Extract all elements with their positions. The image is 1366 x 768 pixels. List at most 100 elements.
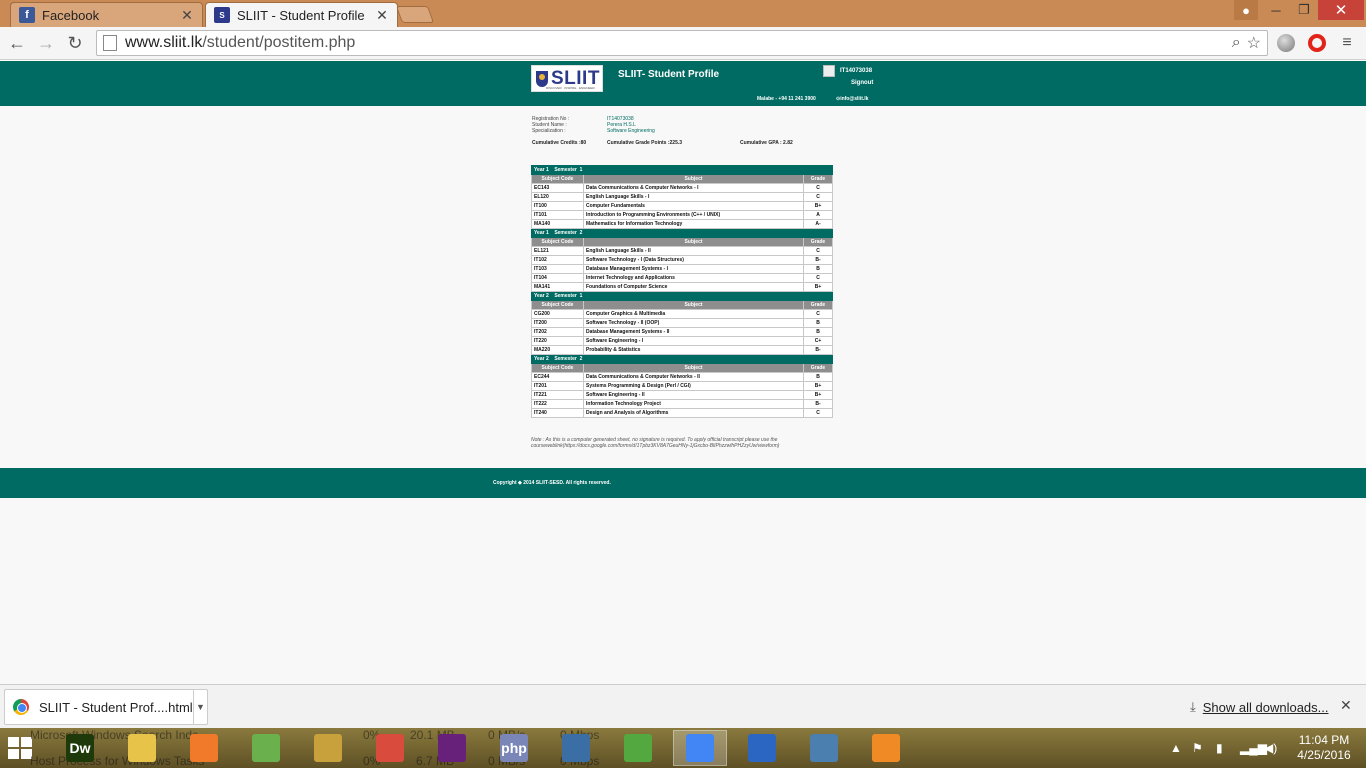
media-player-icon [872, 734, 900, 762]
android-studio-icon [252, 734, 280, 762]
subject-code: EL120 [531, 192, 584, 202]
download-shelf: SLIIT - Student Prof....html ▼ ⤓ Show al… [0, 684, 1366, 728]
table-row: IT100 Computer Fundamentals B+ [531, 201, 833, 211]
close-icon[interactable]: ✕ [180, 7, 194, 24]
browser-toolbar: ← → ↻ www.sliit.lk/student/postitem.php … [0, 27, 1366, 60]
usb-icon[interactable]: ▮ [1216, 728, 1223, 768]
close-icon[interactable]: ✕ [1340, 697, 1352, 714]
table-row: CG200 Computer Graphics & Multimedia C [531, 309, 833, 319]
subject-code: MA220 [531, 345, 584, 355]
page-title: SLIIT- Student Profile [618, 69, 720, 80]
grade-value: B [803, 372, 833, 382]
signout-link[interactable]: Signout [851, 80, 873, 86]
chevron-down-icon[interactable]: ▼ [193, 690, 207, 724]
year-label: Year 2 [534, 293, 549, 299]
wireshark-icon [562, 734, 590, 762]
maximize-button[interactable]: ❐ [1290, 0, 1318, 20]
taskbar-app-file-explorer[interactable] [115, 730, 169, 766]
subject-code: IT221 [531, 390, 584, 400]
table-row: EC143 Data Communications & Computer Netw… [531, 183, 833, 193]
contact-email: ⊙info@sliit.lk [836, 96, 869, 102]
url-host: www.sliit.lk [125, 34, 203, 51]
taskbar-app-chrome[interactable] [673, 730, 727, 766]
grade-header: Grade [803, 237, 833, 247]
subject-code: IT104 [531, 273, 584, 283]
zoom-icon[interactable]: ⌕ [1232, 34, 1241, 52]
git-icon [376, 734, 404, 762]
taskbar-app-android-studio[interactable] [239, 730, 293, 766]
taskbar-app-git[interactable] [363, 730, 417, 766]
menu-icon[interactable]: ≡ [1336, 32, 1358, 54]
close-icon[interactable]: ✕ [375, 7, 389, 24]
url-text[interactable]: www.sliit.lk/student/postitem.php [125, 34, 1232, 52]
grade-value: B+ [803, 381, 833, 391]
task-manager-icon [810, 734, 838, 762]
taskbar-app-tools[interactable] [301, 730, 355, 766]
extension-opera-icon[interactable] [1306, 32, 1328, 54]
sliit-logo[interactable]: SLIIT DISCOVER · INSPIRE · ENGINEER [531, 65, 603, 92]
table-row: IT103 Database Management Systems - IB [531, 264, 833, 274]
bookmark-star-icon[interactable]: ☆ [1247, 33, 1261, 53]
show-all-downloads-link[interactable]: ⤓ Show all downloads... [1190, 699, 1329, 715]
network-icon[interactable]: ▂▄▆ [1240, 728, 1267, 768]
download-item[interactable]: SLIIT - Student Prof....html ▼ [4, 689, 208, 725]
close-window-button[interactable]: ✕ [1318, 0, 1364, 20]
sliit-icon: S [214, 7, 230, 23]
subject-name: Introduction to Programming Environments… [583, 210, 804, 220]
copyright-text: Copyright ◆ 2014 SLIIT-SESD. All rights … [493, 480, 611, 486]
subject-name: English Language Skills - I [583, 192, 804, 202]
grade-header: Grade [803, 300, 833, 310]
volume-icon[interactable]: ◀) [1264, 728, 1277, 768]
taskbar-app-media-player[interactable] [859, 730, 913, 766]
clock[interactable]: 11:04 PM 4/25/2016 [1292, 733, 1356, 763]
subject-name: Database Management Systems - II [583, 327, 804, 337]
table-row: IT104 Internet Technology and Application… [531, 273, 833, 283]
facebook-icon: f [19, 7, 35, 23]
show-hidden-icons[interactable]: ▲ [1170, 728, 1182, 768]
subject-code-header: Subject Code [531, 300, 584, 310]
tab-student-profile[interactable]: S SLIIT - Student Profile ✕ [205, 2, 398, 27]
taskbar-app-virtualbox[interactable] [735, 730, 789, 766]
grade-value: B- [803, 345, 833, 355]
column-header-row: Subject Code Subject Grade [531, 237, 833, 247]
cumulative-credits: Cumulative Credits :80 [532, 140, 587, 146]
semester-title: Year 1 Semester 2 [531, 228, 833, 238]
grade-value: C+ [803, 336, 833, 346]
new-tab-button[interactable] [395, 6, 435, 23]
subject-name: Foundations of Computer Science [583, 282, 804, 292]
user-icon[interactable]: ● [1234, 0, 1258, 20]
table-row: IT200 Software Technology - II (OOP) B [531, 318, 833, 328]
forward-button[interactable]: → [33, 31, 59, 55]
tab-title: SLIIT - Student Profile [237, 7, 365, 23]
subject-name: Computer Fundamentals [583, 201, 804, 211]
table-row: EC244 Data Communications & Computer Netw… [531, 372, 833, 382]
reload-button[interactable]: ↻ [62, 31, 88, 55]
back-button[interactable]: ← [4, 31, 30, 55]
extension-globe-icon[interactable] [1275, 32, 1297, 54]
address-bar[interactable]: www.sliit.lk/student/postitem.php ⌕ ☆ [96, 30, 1268, 56]
taskbar-app-visual-studio[interactable] [425, 730, 479, 766]
grade-value: B- [803, 399, 833, 409]
taskbar-app-dreamweaver[interactable]: Dw [53, 730, 107, 766]
logo-tagline: DISCOVER · INSPIRE · ENGINEER [546, 86, 595, 90]
taskbar-app-wireshark[interactable] [549, 730, 603, 766]
flag-icon[interactable]: ⚑ [1192, 728, 1203, 768]
taskbar-app-utorrent[interactable] [611, 730, 665, 766]
start-button[interactable] [8, 737, 32, 759]
subject-code-header: Subject Code [531, 363, 584, 373]
taskbar-app-php[interactable]: php [487, 730, 541, 766]
table-row: IT221 Software Engineering - II B+ [531, 390, 833, 400]
subject-code: IT201 [531, 381, 584, 391]
taskbar-app-xampp[interactable] [177, 730, 231, 766]
table-row: IT102 Software Technology - I (Data Struc… [531, 255, 833, 265]
url-path: /student/postitem.php [202, 34, 356, 51]
year-label: Year 2 [534, 356, 549, 362]
taskbar-app-task-manager[interactable] [797, 730, 851, 766]
year-label: Year 1 [534, 230, 549, 236]
tab-facebook[interactable]: f Facebook ✕ [10, 2, 203, 27]
table-row: IT220 Software Engineering - I C+ [531, 336, 833, 346]
subject-code: IT222 [531, 399, 584, 409]
minimize-button[interactable]: ─ [1262, 0, 1290, 20]
xampp-icon [190, 734, 218, 762]
table-row: EL120 English Language Skills - IC [531, 192, 833, 202]
